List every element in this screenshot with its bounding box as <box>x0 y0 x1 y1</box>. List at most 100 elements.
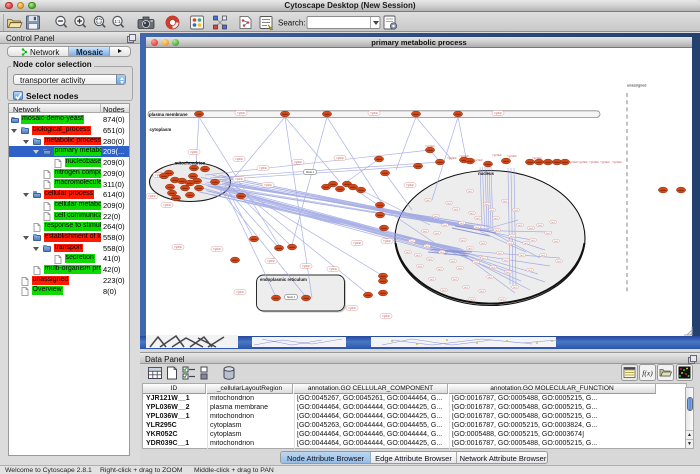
svg-text:Yal 1: Yal 1 <box>435 233 441 235</box>
svg-text:Ygl03c: Ygl03c <box>329 267 338 271</box>
svg-text:Yal 1: Yal 1 <box>510 236 516 238</box>
svg-text:Yal 1: Yal 1 <box>514 210 520 212</box>
svg-text:Yal 1: Yal 1 <box>440 252 446 254</box>
svg-text:Yal 1: Yal 1 <box>423 231 429 233</box>
svg-text:Yal 1: Yal 1 <box>480 291 486 293</box>
svg-text:mitochondrion: mitochondrion <box>175 161 206 166</box>
svg-text:nucleus: nucleus <box>478 171 494 176</box>
svg-text:plasma membrane: plasma membrane <box>149 112 188 117</box>
svg-text:Yal 1: Yal 1 <box>474 262 480 264</box>
svg-text:Yal 1: Yal 1 <box>410 241 416 243</box>
svg-text:Yal 1: Yal 1 <box>528 270 534 272</box>
svg-text:Yal 1: Yal 1 <box>470 299 476 301</box>
svg-text:f(x): f(x) <box>642 369 653 378</box>
svg-text:Ygl03c: Ygl03c <box>353 241 362 245</box>
svg-text:Yal 1: Yal 1 <box>481 243 487 245</box>
svg-text:Ygr192c: Ygr192c <box>612 160 622 164</box>
svg-text:Ygr192c: Ygr192c <box>600 160 610 164</box>
svg-text:Node 1: Node 1 <box>306 170 315 174</box>
svg-text:Yal 1: Yal 1 <box>454 209 460 211</box>
svg-text:Yal 1: Yal 1 <box>434 216 440 218</box>
svg-text:Yal 1: Yal 1 <box>529 228 535 230</box>
svg-text:Yal 1: Yal 1 <box>468 191 474 193</box>
svg-text:Yal 1: Yal 1 <box>551 222 557 224</box>
svg-text:Ygl03c: Ygl03c <box>163 203 172 207</box>
svg-text:Yal 1: Yal 1 <box>442 290 448 292</box>
svg-text:Yal 1: Yal 1 <box>494 218 500 220</box>
svg-text:Ygl03c: Ygl03c <box>494 111 503 115</box>
svg-text:Yal 1: Yal 1 <box>438 269 444 271</box>
svg-text:Yal 1: Yal 1 <box>453 279 459 281</box>
svg-text:Yal 1: Yal 1 <box>460 223 466 225</box>
svg-text:Yal 1: Yal 1 <box>430 279 436 281</box>
svg-text:Yal 1: Yal 1 <box>426 200 432 202</box>
svg-text:Yal 1: Yal 1 <box>508 243 514 245</box>
svg-text:Ygl03c: Ygl03c <box>302 264 311 268</box>
svg-text:Yal 1: Yal 1 <box>443 225 449 227</box>
svg-text:Yal 1: Yal 1 <box>490 210 496 212</box>
svg-text:Yal 1: Yal 1 <box>491 267 497 269</box>
svg-text:Yal 1: Yal 1 <box>418 266 424 268</box>
svg-text:Ygr192c: Ygr192c <box>492 153 502 157</box>
svg-text:Yal 1: Yal 1 <box>538 225 544 227</box>
svg-text:Yal 1: Yal 1 <box>503 201 509 203</box>
svg-text:Ygl03c: Ygl03c <box>236 290 245 294</box>
svg-text:Yal 1: Yal 1 <box>464 287 470 289</box>
svg-text:Yal 1: Yal 1 <box>425 246 431 248</box>
svg-text:Ygl03c: Ygl03c <box>267 259 276 263</box>
svg-text:Node 1: Node 1 <box>287 295 296 299</box>
svg-text:Ygl03c: Ygl03c <box>190 150 199 154</box>
svg-text:Yal 1: Yal 1 <box>458 268 464 270</box>
svg-text:unassigned: unassigned <box>627 84 646 88</box>
svg-text:Yal 1: Yal 1 <box>541 255 547 257</box>
svg-text:Yal 1: Yal 1 <box>546 233 552 235</box>
svg-text:Ygl03c: Ygl03c <box>148 194 157 198</box>
svg-text:Yal 1: Yal 1 <box>475 227 481 229</box>
svg-text:Yal 1: Yal 1 <box>485 204 491 206</box>
svg-text:Ygl03c: Ygl03c <box>237 111 246 115</box>
svg-text:Ygr192c: Ygr192c <box>589 160 599 164</box>
svg-text:Ygl03c: Ygl03c <box>370 111 379 115</box>
svg-text:Yal 1: Yal 1 <box>506 272 512 274</box>
svg-text:endoplasmic reticulum: endoplasmic reticulum <box>260 277 307 282</box>
svg-text:Yal 1: Yal 1 <box>482 258 488 260</box>
svg-text:Ygl03c: Ygl03c <box>382 314 391 318</box>
svg-text:Yal 1: Yal 1 <box>513 287 519 289</box>
svg-text:Yal 1: Yal 1 <box>470 213 476 215</box>
svg-text:Yal 1: Yal 1 <box>557 261 563 263</box>
svg-text:Yal 1: Yal 1 <box>504 260 510 262</box>
svg-text:Yal 1: Yal 1 <box>518 225 524 227</box>
svg-text:Ygl03c: Ygl03c <box>348 306 357 310</box>
svg-text:Yal 1: Yal 1 <box>406 252 412 254</box>
svg-text:Yal 1: Yal 1 <box>447 203 453 205</box>
svg-text:Ygr192c: Ygr192c <box>578 160 588 164</box>
svg-text:Ygl03c: Ygl03c <box>406 183 415 187</box>
svg-text:Ygr192c: Ygr192c <box>447 156 457 160</box>
svg-text:Yal 1: Yal 1 <box>495 230 501 232</box>
svg-text:Yal 1: Yal 1 <box>416 255 422 257</box>
svg-text:Yal 1: Yal 1 <box>428 259 434 261</box>
svg-text:Yal 1: Yal 1 <box>451 261 457 263</box>
svg-text:Ygl03c: Ygl03c <box>294 160 303 164</box>
svg-text:cytoplasm: cytoplasm <box>150 127 172 132</box>
svg-text:Search:: Search: <box>278 19 306 28</box>
svg-text:Ygl03c: Ygl03c <box>235 157 244 161</box>
svg-text:Yal 1: Yal 1 <box>476 218 482 220</box>
svg-text:Ygl03c: Ygl03c <box>264 183 273 187</box>
svg-text:Yal 1: Yal 1 <box>520 255 526 257</box>
svg-text:Ygr192c: Ygr192c <box>507 154 517 158</box>
svg-text:1:1: 1:1 <box>114 19 121 24</box>
svg-text:Ygl03c: Ygl03c <box>174 245 183 249</box>
svg-text:Ygl03c: Ygl03c <box>213 247 222 251</box>
svg-text:Yal 1: Yal 1 <box>500 299 506 301</box>
svg-text:Ygl03c: Ygl03c <box>235 177 244 181</box>
svg-text:Ygl03c: Ygl03c <box>259 166 268 170</box>
svg-text:Yal 1: Yal 1 <box>531 240 537 242</box>
svg-text:Ygl03c: Ygl03c <box>383 239 392 243</box>
svg-text:Yal 1: Yal 1 <box>488 277 494 279</box>
svg-text:Yal 1: Yal 1 <box>554 241 560 243</box>
svg-text:Yal 1: Yal 1 <box>498 253 504 255</box>
svg-text:Ygl03c: Ygl03c <box>336 156 345 160</box>
svg-text:Yal 1: Yal 1 <box>524 243 530 245</box>
svg-text:Yal 1: Yal 1 <box>468 248 474 250</box>
